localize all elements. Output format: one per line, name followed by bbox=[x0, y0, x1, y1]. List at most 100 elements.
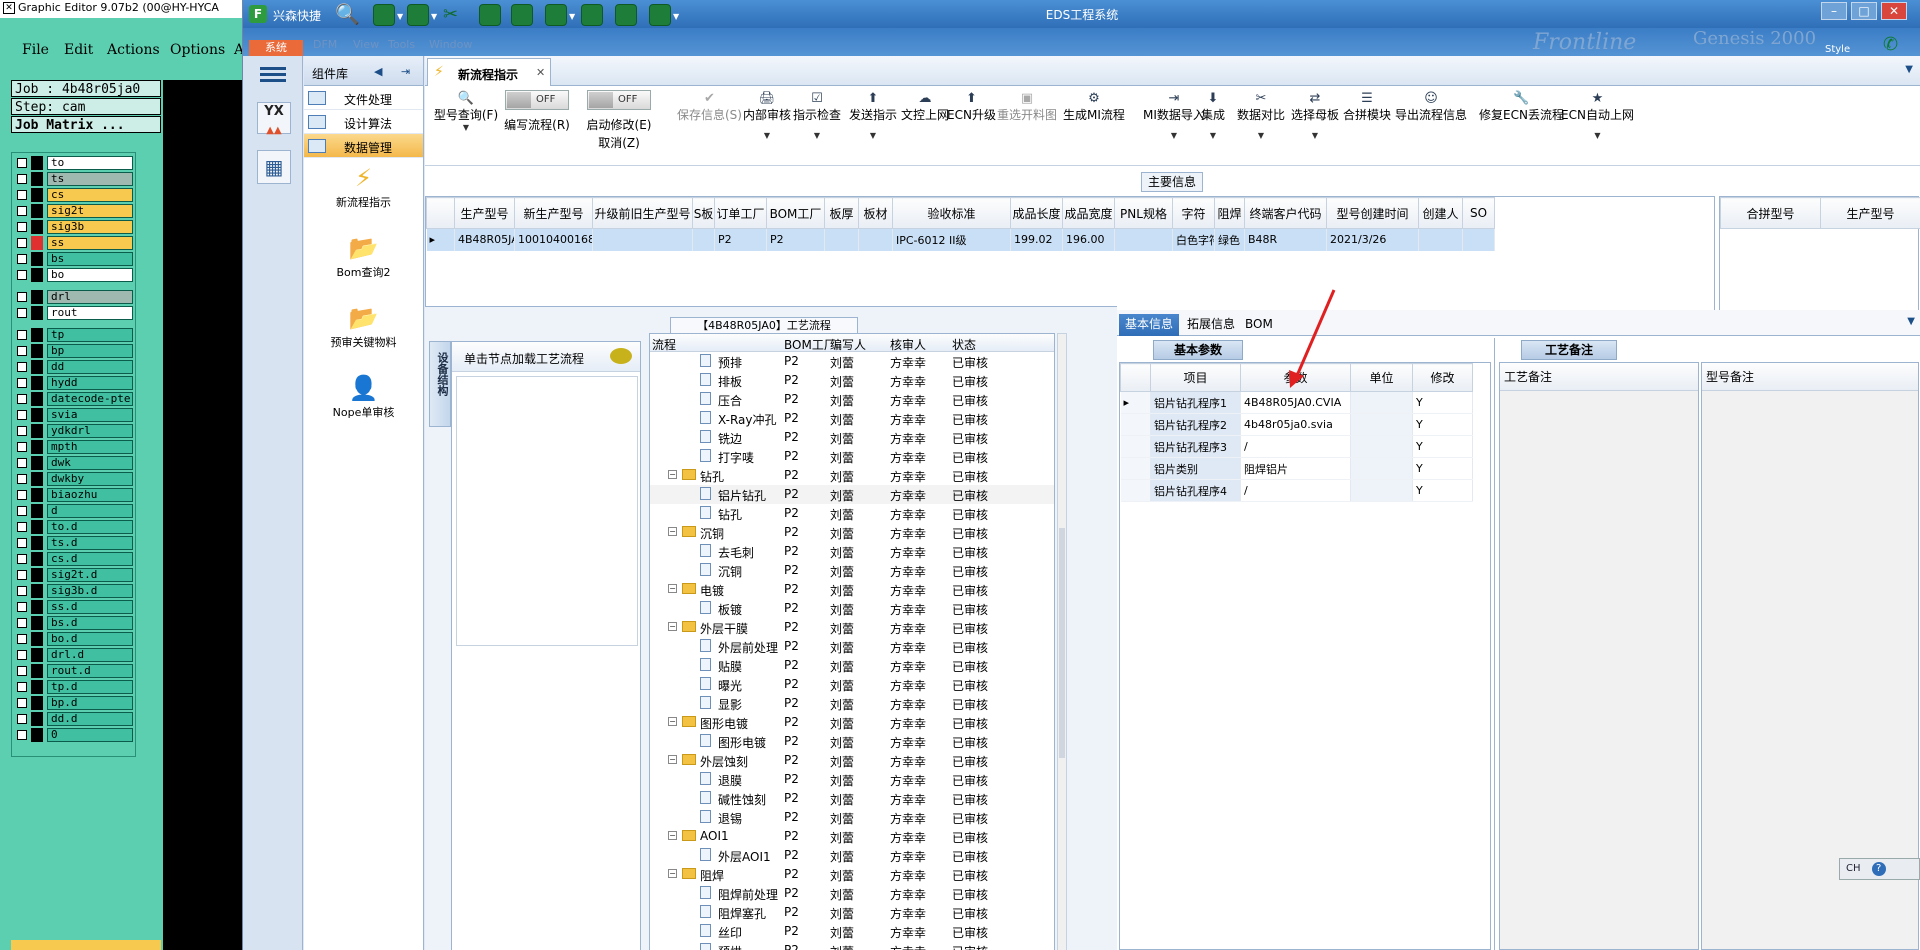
ribbon-button[interactable]: ☺ 导出流程信息 bbox=[1395, 90, 1467, 122]
column-header[interactable]: SO bbox=[1462, 197, 1495, 229]
layer-row[interactable]: ss bbox=[15, 236, 133, 250]
column-header[interactable]: 阻焊 bbox=[1214, 197, 1245, 229]
table-cell[interactable]: Y bbox=[1412, 457, 1473, 480]
table-cell[interactable]: 4b48r05ja0.svia bbox=[1240, 413, 1351, 436]
column-header[interactable]: 板厚 bbox=[824, 197, 859, 229]
layer-row[interactable]: bp.d bbox=[15, 696, 133, 710]
lib-item[interactable]: 文件处理 bbox=[304, 86, 423, 110]
table-cell[interactable]: 铝片钻孔程序4 bbox=[1150, 479, 1241, 502]
tree-row[interactable]: 图形电镀 P2 刘蕾 方幸幸 已审核 bbox=[650, 732, 1054, 751]
layer-name[interactable]: mpth bbox=[47, 440, 133, 454]
table-cell[interactable] bbox=[1462, 228, 1495, 251]
phone-icon[interactable]: ✆ bbox=[1883, 34, 1898, 55]
layer-checkbox[interactable] bbox=[17, 426, 27, 436]
close-icon[interactable]: ✕ bbox=[3, 2, 15, 14]
layer-checkbox[interactable] bbox=[17, 442, 27, 452]
column-header[interactable]: S板 bbox=[692, 197, 715, 229]
ribbon-button[interactable]: 🖨 内部审核 ▼ bbox=[743, 90, 791, 142]
table-cell[interactable] bbox=[1114, 228, 1173, 251]
table-cell[interactable]: Y bbox=[1412, 391, 1473, 414]
table-row[interactable]: 铝片钻孔程序3/ Y bbox=[1120, 435, 1473, 458]
tab-system[interactable]: 系统 bbox=[249, 40, 303, 56]
layer-checkbox[interactable] bbox=[17, 292, 27, 302]
layer-name[interactable]: ss.d bbox=[47, 600, 133, 614]
layer-row[interactable]: bs bbox=[15, 252, 133, 266]
tree-row[interactable]: X-Ray冲孔 P2 刘蕾 方幸幸 已审核 bbox=[650, 409, 1054, 428]
layer-checkbox[interactable] bbox=[17, 650, 27, 660]
job-matrix-button[interactable]: Job Matrix ... bbox=[11, 116, 161, 133]
menu-actions[interactable]: Actions bbox=[107, 42, 160, 58]
layer-name[interactable]: svia bbox=[47, 408, 133, 422]
ribbon-button[interactable]: ⇄ 选择母板 ▼ bbox=[1291, 90, 1339, 142]
tree-row[interactable]: 沉铜 P2 刘蕾 方幸幸 已审核 bbox=[650, 561, 1054, 580]
menu-file[interactable]: File bbox=[22, 42, 49, 58]
layer-checkbox[interactable] bbox=[17, 490, 27, 500]
tree-row[interactable]: 退锡 P2 刘蕾 方幸幸 已审核 bbox=[650, 808, 1054, 827]
bom-query-button[interactable]: 📂 Bom查询2 bbox=[304, 234, 423, 298]
layer-row[interactable]: ydkdrl bbox=[15, 424, 133, 438]
layer-row[interactable]: bs.d bbox=[15, 616, 133, 630]
chevron-down-icon[interactable]: ▼ bbox=[1905, 64, 1913, 75]
tree-row[interactable]: 显影 P2 刘蕾 方幸幸 已审核 bbox=[650, 694, 1054, 713]
layer-checkbox[interactable] bbox=[17, 634, 27, 644]
table-row[interactable]: ▸4B48R05JA010010400168584 P2P2 IPC-6012 II… bbox=[426, 228, 1495, 251]
layer-row[interactable]: sig3b.d bbox=[15, 584, 133, 598]
layer-name[interactable]: ss bbox=[47, 236, 133, 250]
ribbon-button[interactable]: ⚙ 生成MI流程 bbox=[1063, 90, 1125, 122]
ribbon-button[interactable]: ⬇ 集成 ▼ bbox=[1201, 90, 1225, 142]
layer-checkbox[interactable] bbox=[17, 538, 27, 548]
table-cell[interactable] bbox=[1418, 228, 1463, 251]
collapse-icon[interactable]: − bbox=[668, 584, 677, 593]
tree-row[interactable]: 贴膜 P2 刘蕾 方幸幸 已审核 bbox=[650, 656, 1054, 675]
table-cell[interactable]: 199.02 bbox=[1010, 228, 1063, 251]
layer-checkbox[interactable] bbox=[17, 602, 27, 612]
column-header[interactable]: 终端客户代码 bbox=[1244, 197, 1327, 229]
layer-checkbox[interactable] bbox=[17, 410, 27, 420]
column-header[interactable]: 核审人 bbox=[890, 336, 926, 353]
column-header[interactable]: 合拼型号 bbox=[1720, 197, 1821, 229]
tab-new-flow-instruction[interactable]: ⚡ 新流程指示 ✕ bbox=[427, 58, 551, 86]
table-cell[interactable]: 铝片钻孔程序1 bbox=[1150, 391, 1241, 414]
layer-name[interactable]: sig3b.d bbox=[47, 584, 133, 598]
prereview-material-button[interactable]: 📂 预审关键物料 bbox=[304, 304, 423, 368]
tree-row[interactable]: 退膜 P2 刘蕾 方幸幸 已审核 bbox=[650, 770, 1054, 789]
layer-row[interactable]: rout.d bbox=[15, 664, 133, 678]
layer-name[interactable]: cs.d bbox=[47, 552, 133, 566]
tab-bom[interactable]: BOM bbox=[1239, 314, 1279, 336]
tree-row[interactable]: 预烘 P2 刘蕾 方幸幸 已审核 bbox=[650, 941, 1054, 950]
table-cell[interactable]: 196.00 bbox=[1062, 228, 1115, 251]
new-flow-instruction-button[interactable]: ⚡ 新流程指示 bbox=[304, 164, 423, 228]
column-header[interactable]: BOM工厂 bbox=[766, 197, 825, 229]
layer-checkbox[interactable] bbox=[17, 714, 27, 724]
layer-row[interactable]: drl.d bbox=[15, 648, 133, 662]
layer-checkbox[interactable] bbox=[17, 586, 27, 596]
layer-checkbox[interactable] bbox=[17, 730, 27, 740]
layer-name[interactable]: sig3b bbox=[47, 220, 133, 234]
layer-name[interactable]: datecode-pte bbox=[47, 392, 133, 406]
ribbon-button[interactable]: ☁ 文控上网 bbox=[901, 90, 949, 122]
ribbon-button[interactable]: ⬆ ECN升级 bbox=[947, 90, 996, 122]
layer-name[interactable]: dd bbox=[47, 360, 133, 374]
column-header[interactable]: 创建人 bbox=[1418, 197, 1463, 229]
tree-row[interactable]: 碱性蚀刻 P2 刘蕾 方幸幸 已审核 bbox=[650, 789, 1054, 808]
layer-name[interactable]: d bbox=[47, 504, 133, 518]
layer-name[interactable]: drl bbox=[47, 290, 133, 304]
layer-checkbox[interactable] bbox=[17, 458, 27, 468]
collapse-icon[interactable]: − bbox=[668, 717, 677, 726]
menu-options[interactable]: Options bbox=[170, 42, 225, 58]
layer-name[interactable]: tp.d bbox=[47, 680, 133, 694]
ribbon-button[interactable]: ✂ 数据对比 ▼ bbox=[1237, 90, 1285, 142]
layer-checkbox[interactable] bbox=[17, 474, 27, 484]
calculator-icon[interactable]: ▦ bbox=[257, 150, 291, 184]
column-header[interactable]: 参数 bbox=[1240, 363, 1351, 392]
table-cell[interactable] bbox=[1350, 435, 1413, 458]
layer-row[interactable]: dd.d bbox=[15, 712, 133, 726]
table-cell[interactable]: B48R bbox=[1244, 228, 1327, 251]
chevron-down-icon[interactable]: ▼ bbox=[1907, 316, 1915, 327]
toggle-switch[interactable]: OFF bbox=[587, 90, 651, 110]
layer-name[interactable]: rout bbox=[47, 306, 133, 320]
table-cell[interactable]: P2 bbox=[714, 228, 767, 251]
layer-name[interactable]: dwk bbox=[47, 456, 133, 470]
layer-name[interactable]: cs bbox=[47, 188, 133, 202]
collapse-icon[interactable]: − bbox=[668, 622, 677, 631]
